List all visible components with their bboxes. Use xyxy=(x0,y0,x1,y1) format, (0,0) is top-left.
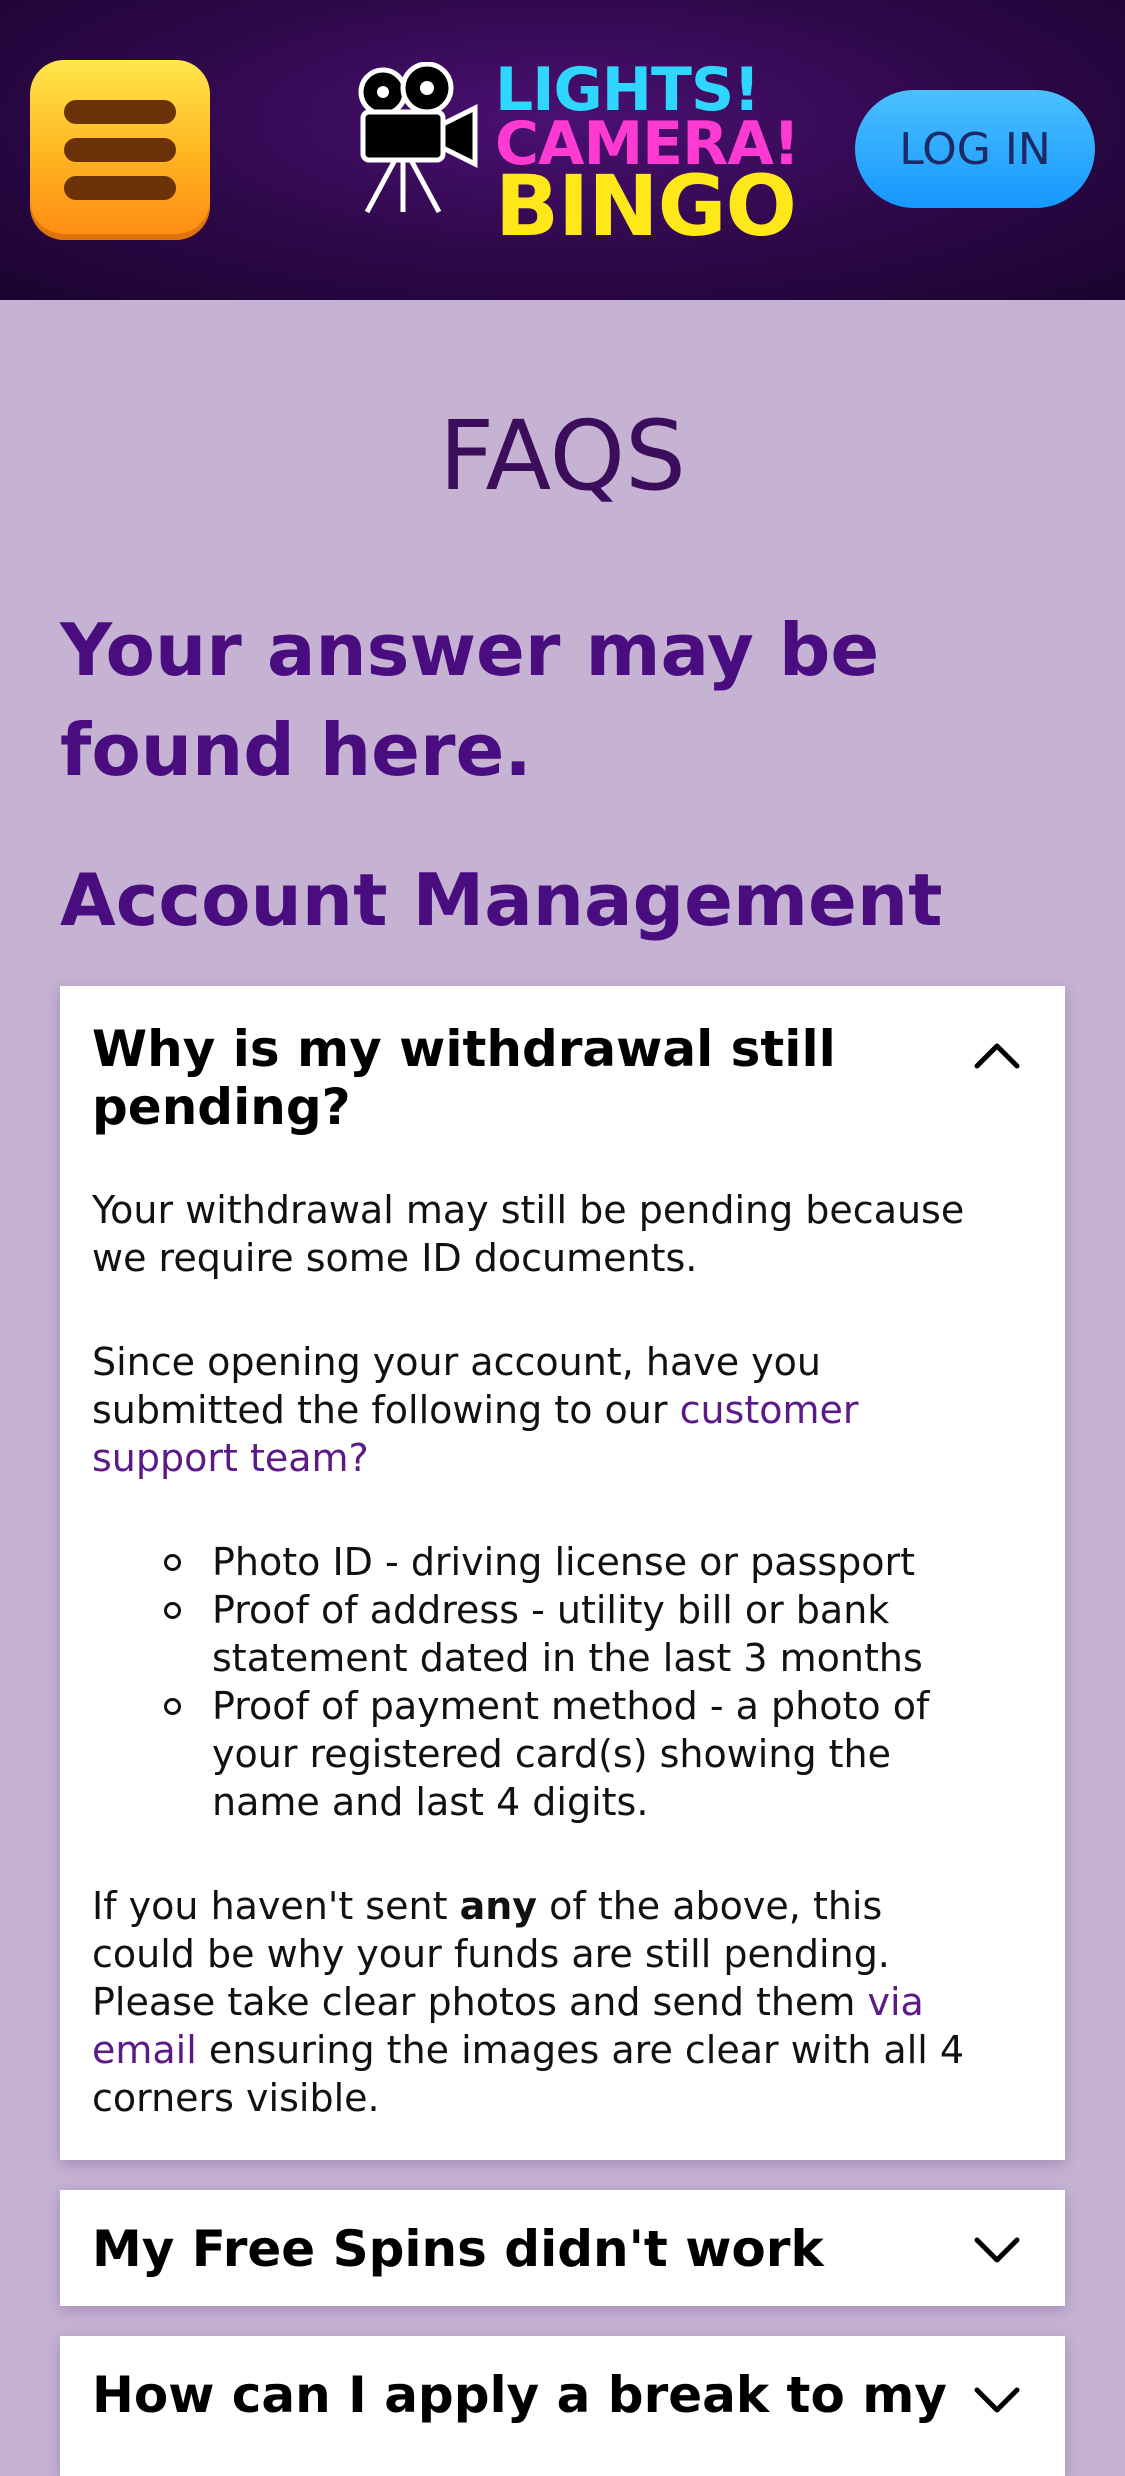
site-header: LIGHTS! CAMERA! BINGO LOG IN xyxy=(0,0,1125,300)
answer-text: If you haven't sent xyxy=(92,1884,460,1928)
faq-question[interactable]: My Free Spins didn't work xyxy=(92,2220,952,2278)
faq-answer: Your withdrawal may still be pending bec… xyxy=(92,1186,992,2178)
logo-line-bingo: BINGO xyxy=(495,157,797,255)
login-button[interactable]: LOG IN xyxy=(855,90,1095,208)
list-item: Proof of payment method - a photo of you… xyxy=(164,1682,992,1826)
faq-question[interactable]: How can I apply a break to my xyxy=(92,2366,952,2424)
faq-item-apply-break[interactable]: How can I apply a break to my xyxy=(60,2336,1065,2476)
section-title: Account Management xyxy=(60,858,943,942)
answer-bold-text: any xyxy=(459,1884,538,1928)
menu-bar-icon xyxy=(64,176,176,200)
menu-bar-icon xyxy=(64,100,176,124)
faq-question[interactable]: Why is my withdrawal still pending? xyxy=(92,1020,952,1136)
answer-text: ensuring the images are clear with all 4… xyxy=(92,2028,965,2120)
faq-item-withdrawal-pending: Why is my withdrawal still pending? Your… xyxy=(60,986,1065,2160)
hamburger-menu-button[interactable] xyxy=(30,60,210,240)
faq-item-free-spins[interactable]: My Free Spins didn't work xyxy=(60,2190,1065,2306)
required-documents-list: Photo ID - driving license or passport P… xyxy=(92,1538,992,1826)
chevron-down-icon[interactable] xyxy=(973,2376,1021,2424)
intro-heading: Your answer may be found here. xyxy=(60,608,880,792)
chevron-down-icon[interactable] xyxy=(973,2226,1021,2274)
chevron-up-icon[interactable] xyxy=(973,1030,1021,1078)
list-item: Photo ID - driving license or passport xyxy=(164,1538,992,1586)
answer-paragraph: Since opening your account, have you sub… xyxy=(92,1338,992,1482)
menu-bar-icon xyxy=(64,138,176,162)
film-camera-icon xyxy=(358,62,478,214)
answer-paragraph: Your withdrawal may still be pending bec… xyxy=(92,1188,965,1280)
list-item: Proof of address - utility bill or bank … xyxy=(164,1586,992,1682)
site-logo[interactable]: LIGHTS! CAMERA! BINGO xyxy=(355,52,800,252)
answer-paragraph: If you haven't sent any of the above, th… xyxy=(92,1882,992,2122)
page-title: FAQS xyxy=(439,400,686,512)
